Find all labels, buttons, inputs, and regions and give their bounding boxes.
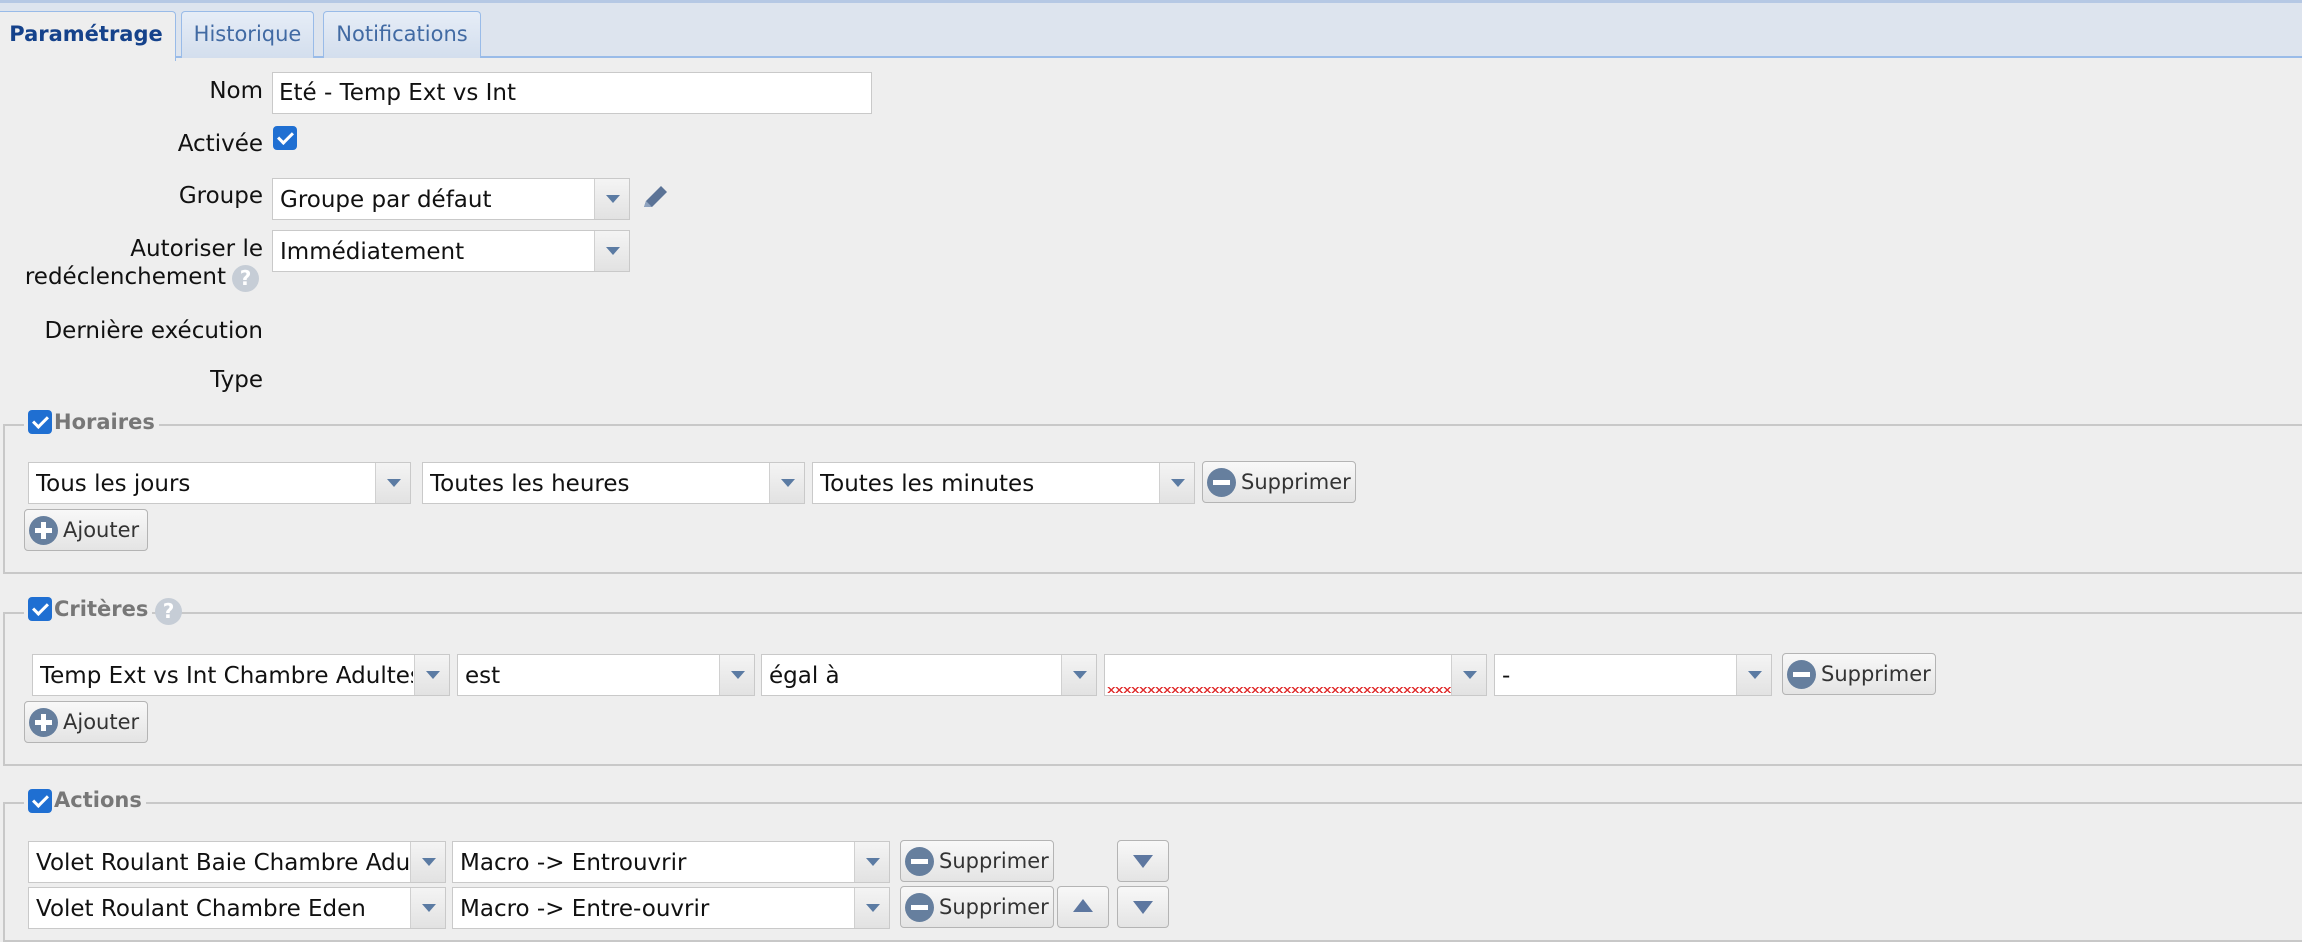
criteres-add-label: Ajouter — [63, 710, 140, 734]
groupe-label: Groupe — [178, 183, 263, 209]
criteres-verb-select[interactable]: est — [457, 654, 755, 696]
horaires-heures-select[interactable]: Toutes les heures — [422, 462, 805, 504]
activee-checkbox[interactable] — [273, 126, 297, 150]
criteres-operator-value: égal à — [769, 663, 840, 689]
minus-circle-icon — [1787, 660, 1816, 689]
action-row-2-delete-label: Supprimer — [939, 895, 1049, 919]
criteres-delete-button[interactable]: Supprimer — [1782, 653, 1936, 695]
chevron-down-icon[interactable] — [854, 842, 889, 882]
action-row-1-delete-label: Supprimer — [939, 849, 1049, 873]
nom-label: Nom — [209, 78, 263, 104]
action-row-1-delete-button[interactable]: Supprimer — [900, 840, 1054, 882]
chevron-down-icon[interactable] — [1736, 655, 1771, 695]
groupe-value: Groupe par défaut — [280, 187, 492, 213]
action-row-2-target-select[interactable]: Volet Roulant Chambre Eden — [28, 887, 446, 929]
chevron-down-icon[interactable] — [854, 888, 889, 928]
pencil-icon[interactable] — [638, 181, 672, 215]
horaires-heures-value: Toutes les heures — [430, 471, 630, 497]
action-row-1-target-select[interactable]: Volet Roulant Baie Chambre Adulte — [28, 841, 446, 883]
chevron-down-icon[interactable] — [594, 231, 629, 271]
criteres-unit-select[interactable]: - — [1494, 654, 1772, 696]
horaires-add-button[interactable]: Ajouter — [24, 509, 148, 551]
chevron-down-icon[interactable] — [375, 463, 410, 503]
action-row-2-action-value: Macro -> Entre-ouvrir — [460, 896, 710, 922]
chevron-down-icon[interactable] — [414, 655, 449, 695]
move-down-icon[interactable] — [1117, 886, 1169, 928]
derniere-execution-label: Dernière exécution — [44, 318, 263, 344]
criteres-help-icon[interactable]: ? — [155, 598, 182, 625]
action-row-1-target-value: Volet Roulant Baie Chambre Adulte — [36, 850, 409, 876]
criteres-verb-value: est — [465, 663, 501, 689]
chevron-down-icon[interactable] — [410, 888, 445, 928]
horaires-jours-select[interactable]: Tous les jours — [28, 462, 411, 504]
nom-input[interactable]: Eté - Temp Ext vs Int — [272, 72, 872, 114]
move-up-icon[interactable] — [1057, 886, 1109, 928]
criteres-value-select[interactable] — [1104, 654, 1487, 696]
action-row-2-target-value: Volet Roulant Chambre Eden — [36, 896, 366, 922]
criteres-add-button[interactable]: Ajouter — [24, 701, 148, 743]
horaires-minutes-value: Toutes les minutes — [820, 471, 1035, 497]
chevron-down-icon[interactable] — [594, 179, 629, 219]
chevron-down-icon[interactable] — [1061, 655, 1096, 695]
help-icon[interactable]: ? — [232, 265, 259, 292]
type-label: Type — [210, 367, 263, 393]
move-down-icon[interactable] — [1117, 840, 1169, 882]
minus-circle-icon — [905, 847, 934, 876]
chevron-down-icon[interactable] — [719, 655, 754, 695]
redeclenchement-value: Immédiatement — [280, 239, 465, 265]
groupe-select[interactable]: Groupe par défaut — [272, 178, 630, 220]
criteres-checkbox[interactable] — [28, 597, 52, 621]
tab-parametrage[interactable]: Paramétrage — [0, 11, 176, 61]
action-row-2-action-select[interactable]: Macro -> Entre-ouvrir — [452, 887, 890, 929]
criteres-subject-value: Temp Ext vs Int Chambre Adultes — [40, 663, 413, 689]
tab-notifications[interactable]: Notifications — [323, 11, 481, 58]
redeclenchement-select[interactable]: Immédiatement — [272, 230, 630, 272]
plus-circle-icon — [29, 516, 58, 545]
action-row-1-action-value: Macro -> Entrouvrir — [460, 850, 687, 876]
horaires-minutes-select[interactable]: Toutes les minutes — [812, 462, 1195, 504]
actions-checkbox[interactable] — [28, 789, 52, 813]
horaires-delete-button[interactable]: Supprimer — [1202, 461, 1356, 503]
chevron-down-icon[interactable] — [769, 463, 804, 503]
action-row-1-action-select[interactable]: Macro -> Entrouvrir — [452, 841, 890, 883]
chevron-down-icon[interactable] — [1159, 463, 1194, 503]
horaires-delete-label: Supprimer — [1241, 470, 1351, 494]
tab-bar: Paramétrage Historique Notifications — [0, 0, 2302, 61]
activee-label: Activée — [177, 131, 263, 157]
chevron-down-icon[interactable] — [1451, 655, 1486, 695]
tab-historique[interactable]: Historique — [181, 11, 314, 58]
horaires-checkbox[interactable] — [28, 410, 52, 434]
horaires-jours-value: Tous les jours — [36, 471, 191, 497]
horaires-add-label: Ajouter — [63, 518, 140, 542]
action-row-2-delete-button[interactable]: Supprimer — [900, 886, 1054, 928]
criteres-operator-select[interactable]: égal à — [761, 654, 1097, 696]
plus-circle-icon — [29, 708, 58, 737]
criteres-unit-value: - — [1502, 663, 1511, 689]
autoriser-label-line2: redéclenchement — [24, 264, 226, 290]
minus-circle-icon — [905, 893, 934, 922]
criteres-delete-label: Supprimer — [1821, 662, 1931, 686]
minus-circle-icon — [1207, 468, 1236, 497]
autoriser-label-line1: Autoriser le — [130, 236, 263, 262]
spellcheck-underline — [1107, 687, 1452, 693]
chevron-down-icon[interactable] — [410, 842, 445, 882]
criteres-subject-select[interactable]: Temp Ext vs Int Chambre Adultes — [32, 654, 450, 696]
